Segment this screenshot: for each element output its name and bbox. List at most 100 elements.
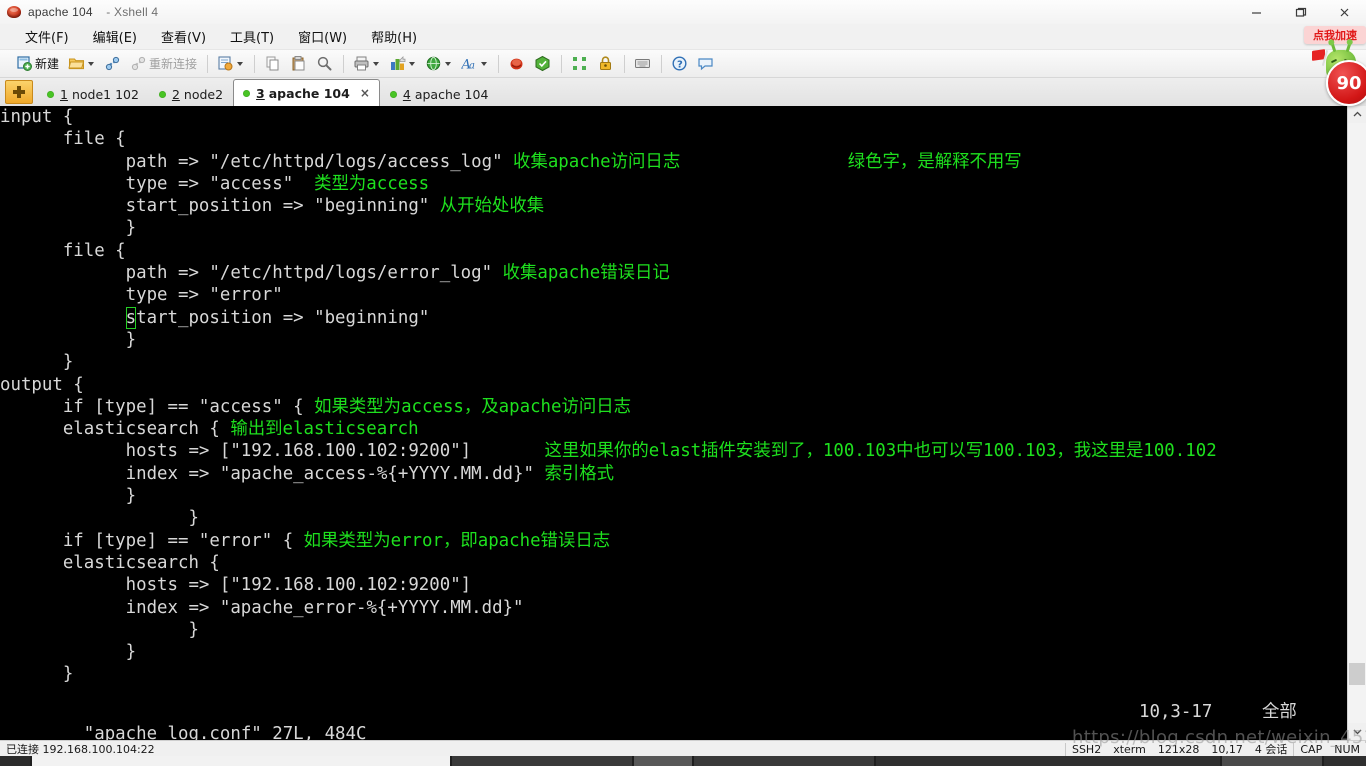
terminal-comment: 收集apache访问日志: [513, 151, 681, 172]
color-scheme-caret-icon[interactable]: [409, 61, 416, 66]
menu-edit[interactable]: 编辑(E): [82, 24, 148, 49]
window-title: apache 104 - Xshell 4: [28, 5, 158, 19]
terminal-text: }: [0, 664, 74, 685]
taskbar-search-box[interactable]: [32, 756, 450, 766]
taskbar-item-3[interactable]: [694, 756, 874, 766]
new-session-label: 新建: [35, 57, 60, 71]
xftp-icon: [534, 55, 551, 72]
xshell-button[interactable]: [504, 51, 529, 77]
chat-icon: [697, 55, 714, 72]
os-taskbar: [0, 756, 1366, 766]
chat-button[interactable]: [693, 51, 718, 77]
tab-number: 3: [256, 85, 265, 101]
terminal-text: index => "apache_error-%{+YYYY.MM.dd}": [0, 597, 524, 618]
svg-text:?: ?: [677, 60, 683, 71]
tab-node2[interactable]: 2 node2: [149, 81, 233, 106]
close-button[interactable]: [1322, 0, 1366, 24]
menu-window[interactable]: 窗口(W): [287, 24, 358, 49]
terminal-line: index => "apache_access-%{+YYYY.MM.dd}" …: [0, 463, 1348, 485]
terminal-comment: 收集apache错误日记: [502, 263, 670, 284]
open-session-caret-icon[interactable]: [88, 61, 95, 66]
status-protocol: SSH2: [1071, 742, 1102, 756]
terminal-comment: 这里如果你的elast插件安装到了，100.103中也可以写100.103，我这…: [544, 441, 1217, 462]
tab-label: apache 104: [268, 85, 350, 101]
status-num-indicator: NUM: [1334, 742, 1360, 756]
terminal-text: elasticsearch {: [0, 552, 220, 573]
print-caret-icon[interactable]: [373, 61, 380, 66]
tool-bar: 新建 重新连接 A a ?: [0, 50, 1366, 78]
properties-button[interactable]: [213, 51, 248, 77]
new-tab-button[interactable]: [5, 80, 33, 104]
tab-number: 2: [171, 86, 180, 102]
menu-help[interactable]: 帮助(H): [360, 24, 428, 49]
taskbar-item-1[interactable]: [452, 756, 632, 766]
terminal-text: input {: [0, 107, 74, 127]
taskbar-clock[interactable]: [1324, 756, 1366, 766]
properties-caret-icon[interactable]: [237, 61, 244, 66]
web-caret-icon[interactable]: [445, 61, 452, 66]
taskbar-start-button[interactable]: [0, 756, 30, 766]
terminal-line: }: [0, 329, 1348, 351]
font-caret-icon[interactable]: [481, 61, 488, 66]
fullscreen-button[interactable]: [567, 51, 592, 77]
tab-label: node1 102: [71, 86, 139, 102]
terminal-area: input { file { path => "/etc/httpd/logs/…: [0, 106, 1366, 740]
maximize-button[interactable]: [1278, 0, 1322, 24]
tab-scroll-left-icon[interactable]: ◀: [1348, 82, 1362, 106]
status-connection: 已连接 192.168.100.104:22: [6, 743, 155, 756]
color-scheme-button[interactable]: [385, 51, 420, 77]
terminal-line: path => "/etc/httpd/logs/error_log" 收集ap…: [0, 262, 1348, 284]
font-button[interactable]: A a: [457, 51, 492, 77]
terminal-scrollbar[interactable]: [1347, 106, 1366, 740]
toolbar-divider-1: [207, 54, 209, 73]
terminal-text: path => "/etc/httpd/logs/error_log": [0, 263, 503, 284]
taskbar-item-4[interactable]: [876, 756, 1220, 766]
menu-view[interactable]: 查看(V): [150, 24, 217, 49]
terminal-comment: 索引格式: [544, 463, 615, 484]
taskbar-item-2[interactable]: [634, 756, 692, 766]
find-button[interactable]: [312, 51, 337, 77]
web-button[interactable]: [421, 51, 456, 77]
paste-button[interactable]: [286, 51, 311, 77]
scrollbar-track[interactable]: [1348, 123, 1366, 723]
scrollbar-down-arrow-icon[interactable]: [1348, 723, 1366, 740]
paste-icon: [290, 55, 307, 72]
xftp-button[interactable]: [530, 51, 555, 77]
tab-node1-102[interactable]: 1 node1 102: [37, 81, 149, 106]
copy-button[interactable]: [260, 51, 285, 77]
print-button[interactable]: [349, 51, 384, 77]
terminal-screen[interactable]: input { file { path => "/etc/httpd/logs/…: [0, 106, 1348, 740]
tab-bar: 1 node1 102 2 node2 3 apache 104 × 4 apa…: [0, 78, 1366, 107]
status-cursor: 10,17: [1211, 742, 1243, 756]
tab-close-icon[interactable]: ×: [360, 86, 370, 100]
scrollbar-up-arrow-icon[interactable]: [1348, 106, 1366, 123]
tab-apache-104-active[interactable]: 3 apache 104 ×: [233, 79, 380, 106]
terminal-comment: 类型为access: [314, 173, 430, 194]
terminal-line: }: [0, 641, 1348, 663]
keyboard-button[interactable]: [630, 51, 655, 77]
title-bar: apache 104 - Xshell 4: [0, 0, 1366, 25]
open-session-button[interactable]: [64, 51, 99, 77]
connect-button[interactable]: [100, 51, 125, 77]
status-term-type: xterm: [1113, 742, 1146, 756]
minimize-button[interactable]: [1234, 0, 1278, 24]
toolbar-divider-2: [254, 54, 256, 73]
terminal-comment: 如果类型为error，即apache错误日志: [303, 530, 611, 551]
tab-apache-104-second[interactable]: 4 apache 104: [380, 81, 499, 106]
scrollbar-thumb[interactable]: [1349, 663, 1365, 685]
disconnect-icon: [130, 55, 147, 72]
taskbar-tray[interactable]: [1222, 756, 1322, 766]
help-button[interactable]: ?: [667, 51, 692, 77]
menu-tools[interactable]: 工具(T): [219, 24, 285, 49]
lock-button[interactable]: [593, 51, 618, 77]
keyboard-icon: [634, 55, 651, 72]
toolbar-divider-7: [661, 54, 663, 73]
terminal-line: }: [0, 217, 1348, 239]
new-session-button[interactable]: 新建: [12, 51, 63, 77]
menu-file[interactable]: 文件(F): [14, 24, 80, 49]
tab-status-dot-icon: [158, 90, 166, 98]
terminal-text: file {: [0, 129, 126, 150]
